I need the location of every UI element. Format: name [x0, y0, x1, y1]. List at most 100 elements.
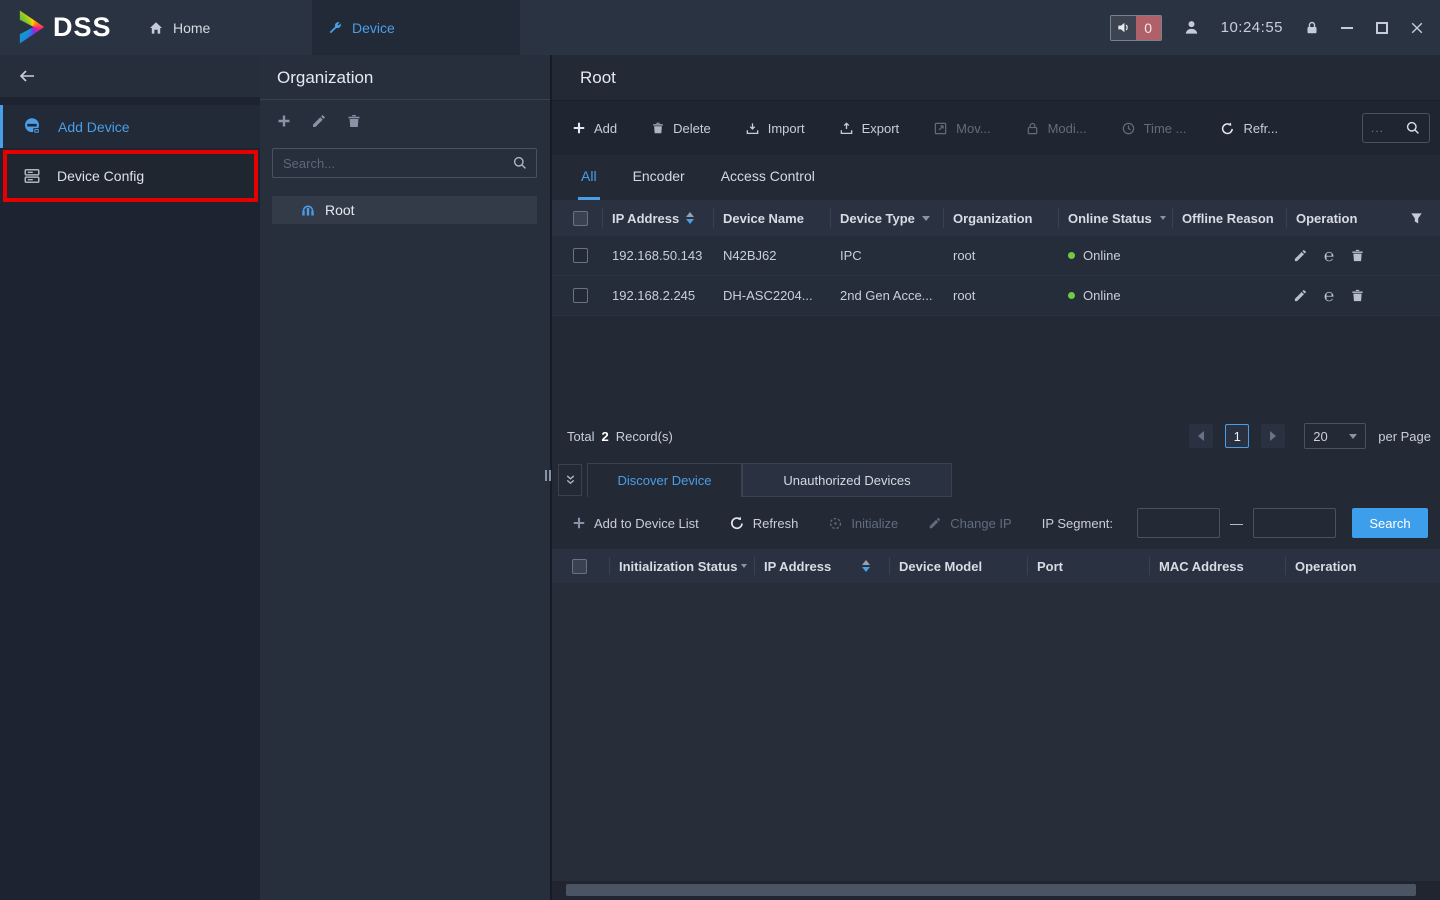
user-icon[interactable]	[1183, 19, 1200, 36]
clock-icon	[1121, 121, 1136, 136]
edit-device-icon[interactable]	[1293, 288, 1308, 303]
total-count: 2	[601, 429, 608, 444]
add-to-device-list-button[interactable]: Add to Device List	[572, 516, 699, 531]
modify-label: Modi...	[1048, 121, 1087, 136]
back-button[interactable]	[0, 55, 260, 97]
edit-device-icon[interactable]	[1293, 248, 1308, 263]
tab-unauthorized-devices[interactable]: Unauthorized Devices	[742, 463, 952, 497]
range-separator: —	[1230, 516, 1243, 531]
time-button[interactable]: Time ...	[1121, 121, 1187, 136]
topbar-right: 0 10:24:55	[1110, 0, 1425, 55]
speaker-icon[interactable]	[1111, 16, 1136, 40]
tab-all[interactable]: All	[578, 155, 600, 200]
current-page-button[interactable]: 1	[1225, 424, 1249, 448]
prev-page-button[interactable]	[1189, 424, 1213, 448]
search-icon[interactable]	[1405, 120, 1421, 136]
online-dot	[1068, 292, 1075, 299]
refresh-label: Refresh	[753, 516, 799, 531]
horizontal-scrollbar-thumb[interactable]	[566, 884, 1416, 896]
add-org-icon[interactable]	[276, 113, 292, 129]
device-category-tabs: All Encoder Access Control	[552, 155, 1440, 200]
logo-text: DSS	[53, 12, 112, 43]
select-all-checkbox[interactable]	[573, 211, 588, 226]
export-button[interactable]: Export	[839, 121, 900, 136]
select-all-checkbox[interactable]	[572, 559, 587, 574]
refresh-icon	[729, 515, 745, 531]
alarm-volume-group[interactable]: 0	[1110, 15, 1162, 41]
cell-operation: ℮	[1286, 248, 1440, 264]
filter-caret-icon[interactable]	[922, 216, 930, 221]
time-label: Time ...	[1144, 121, 1187, 136]
trash-icon	[651, 121, 665, 135]
col-device-type[interactable]: Device Type	[830, 200, 943, 236]
tab-encoder[interactable]: Encoder	[630, 155, 688, 200]
horizontal-scrollbar-track[interactable]	[552, 881, 1440, 900]
cell-device-name: DH-ASC2204...	[713, 288, 830, 303]
col-ip-address[interactable]: IP Address	[754, 549, 889, 583]
import-button[interactable]: Import	[745, 121, 805, 136]
filter-funnel-icon[interactable]	[1409, 211, 1424, 226]
move-icon	[933, 121, 948, 136]
add-button[interactable]: Add	[572, 121, 617, 136]
delete-device-icon[interactable]	[1350, 288, 1365, 303]
page-size-select[interactable]: 20	[1304, 423, 1366, 449]
plus-icon	[572, 516, 586, 530]
modify-button[interactable]: Modi...	[1025, 121, 1087, 136]
edit-org-icon[interactable]	[311, 113, 327, 129]
tab-home-label: Home	[173, 20, 210, 36]
tab-access-control[interactable]: Access Control	[718, 155, 818, 200]
discover-section: Discover Device Unauthorized Devices Add…	[552, 463, 1440, 900]
web-access-icon[interactable]: ℮	[1324, 248, 1334, 264]
search-button[interactable]: Search	[1352, 508, 1428, 538]
table-row[interactable]: 192.168.2.245 DH-ASC2204... 2nd Gen Acce…	[552, 276, 1440, 316]
sidebar-item-add-device[interactable]: Add Device	[0, 105, 260, 148]
tab-discover-device[interactable]: Discover Device	[587, 463, 742, 497]
records-label: Record(s)	[616, 429, 673, 444]
move-label: Mov...	[956, 121, 990, 136]
tree-node-root[interactable]: Root	[272, 196, 537, 224]
search-icon[interactable]	[512, 155, 528, 171]
org-tree-icon	[300, 202, 316, 218]
col-mac-address: MAC Address	[1149, 549, 1285, 583]
sidebar-item-device-config[interactable]: Device Config	[3, 150, 258, 202]
device-search-input[interactable]	[1371, 121, 1401, 135]
table-row[interactable]: 192.168.50.143 N42BJ62 IPC root Online ℮	[552, 236, 1440, 276]
cell-ip: 192.168.50.143	[602, 248, 713, 263]
close-button[interactable]	[1409, 20, 1425, 36]
sort-icon[interactable]	[862, 560, 870, 572]
delete-button[interactable]: Delete	[651, 121, 711, 136]
collapse-panel-button[interactable]	[558, 464, 582, 496]
discover-tabs: Discover Device Unauthorized Devices	[552, 463, 1440, 497]
plus-icon	[572, 121, 586, 135]
next-icon	[1270, 431, 1276, 441]
delete-label: Delete	[673, 121, 711, 136]
tab-device[interactable]: Device	[312, 0, 520, 55]
next-page-button[interactable]	[1261, 424, 1285, 448]
move-button[interactable]: Mov...	[933, 121, 990, 136]
web-access-icon[interactable]: ℮	[1324, 288, 1334, 304]
change-ip-button[interactable]: Change IP	[928, 516, 1011, 531]
row-checkbox[interactable]	[573, 248, 588, 263]
dss-logo-icon	[16, 9, 48, 45]
ip-segment-end-input[interactable]	[1253, 508, 1336, 538]
organization-search-input[interactable]	[283, 156, 506, 171]
sort-icon[interactable]	[686, 212, 694, 224]
delete-device-icon[interactable]	[1350, 248, 1365, 263]
tab-home[interactable]: Home	[148, 0, 210, 55]
row-checkbox[interactable]	[573, 288, 588, 303]
delete-org-icon[interactable]	[346, 113, 362, 129]
initialize-button[interactable]: Initialize	[828, 516, 898, 531]
ip-segment-start-input[interactable]	[1137, 508, 1220, 538]
filter-caret-icon[interactable]	[1160, 216, 1166, 220]
col-online-status[interactable]: Online Status	[1058, 200, 1172, 236]
filter-caret-icon[interactable]	[741, 564, 747, 568]
lock-icon[interactable]	[1304, 20, 1320, 36]
refresh-discover-button[interactable]: Refresh	[729, 515, 799, 531]
minimize-button[interactable]	[1341, 20, 1355, 36]
maximize-button[interactable]	[1376, 22, 1388, 34]
col-ip-address[interactable]: IP Address	[602, 200, 713, 236]
panel-resize-grip[interactable]	[545, 470, 551, 481]
wrench-icon	[327, 20, 343, 36]
col-initialization-status[interactable]: Initialization Status	[609, 549, 754, 583]
refresh-button[interactable]: Refr...	[1220, 121, 1278, 136]
